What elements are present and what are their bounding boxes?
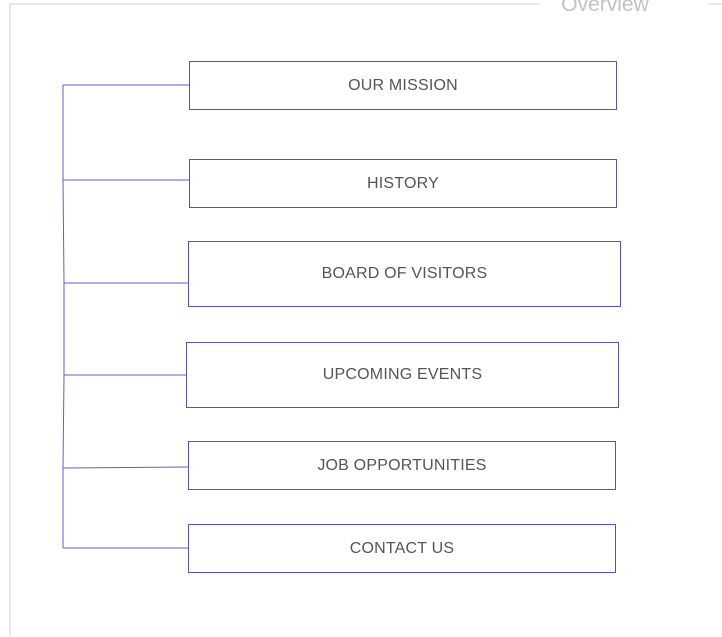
node-job-opportunities[interactable]: JOB OPPORTUNITIES xyxy=(188,441,616,490)
connector-spine xyxy=(62,85,65,548)
node-label: CONTACT US xyxy=(349,539,455,557)
node-label: BOARD OF VISITORS xyxy=(321,265,488,282)
node-history[interactable]: HISTORY xyxy=(189,159,617,208)
node-upcoming-events[interactable]: UPCOMING EVENTS xyxy=(186,342,619,408)
node-label: HISTORY xyxy=(367,174,439,192)
node-our-mission[interactable]: OUR MISSION xyxy=(189,61,617,110)
node-label: JOB OPPORTUNITIES xyxy=(317,456,487,474)
node-label: OUR MISSION xyxy=(348,76,458,94)
node-board-of-visitors[interactable]: BOARD OF VISITORS xyxy=(188,241,621,307)
node-contact-us[interactable]: CONTACT US xyxy=(188,524,616,573)
diagram-title: Overview xyxy=(540,0,670,20)
node-label: UPCOMING EVENTS xyxy=(322,366,483,383)
connector-jobs xyxy=(62,466,189,469)
